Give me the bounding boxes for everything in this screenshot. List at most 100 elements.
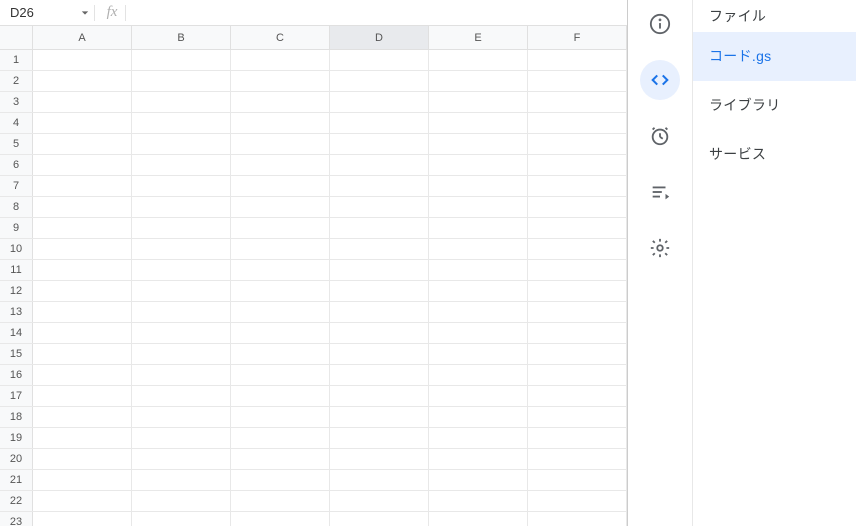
cell-B2[interactable]: [132, 71, 231, 91]
row-header-15[interactable]: 15: [0, 344, 33, 364]
cell-B8[interactable]: [132, 197, 231, 217]
cell-D14[interactable]: [330, 323, 429, 343]
cell-A21[interactable]: [33, 470, 132, 490]
cell-E12[interactable]: [429, 281, 528, 301]
info-icon[interactable]: [640, 4, 680, 44]
row-header-23[interactable]: 23: [0, 512, 33, 526]
cell-E20[interactable]: [429, 449, 528, 469]
cell-E1[interactable]: [429, 50, 528, 70]
row-header-9[interactable]: 9: [0, 218, 33, 238]
cell-C19[interactable]: [231, 428, 330, 448]
cell-B10[interactable]: [132, 239, 231, 259]
cell-D6[interactable]: [330, 155, 429, 175]
column-header-f[interactable]: F: [528, 26, 627, 49]
select-all-corner[interactable]: [0, 26, 33, 49]
cell-F16[interactable]: [528, 365, 627, 385]
cell-A9[interactable]: [33, 218, 132, 238]
cell-B3[interactable]: [132, 92, 231, 112]
clock-icon[interactable]: [640, 116, 680, 156]
cell-D3[interactable]: [330, 92, 429, 112]
list-icon[interactable]: [640, 172, 680, 212]
cell-C6[interactable]: [231, 155, 330, 175]
cell-D17[interactable]: [330, 386, 429, 406]
row-header-20[interactable]: 20: [0, 449, 33, 469]
cell-F23[interactable]: [528, 512, 627, 526]
cell-B21[interactable]: [132, 470, 231, 490]
cell-F1[interactable]: [528, 50, 627, 70]
name-box-dropdown[interactable]: [76, 9, 94, 17]
cell-E6[interactable]: [429, 155, 528, 175]
cell-B5[interactable]: [132, 134, 231, 154]
gear-icon[interactable]: [640, 228, 680, 268]
cell-F10[interactable]: [528, 239, 627, 259]
cell-B17[interactable]: [132, 386, 231, 406]
cell-C8[interactable]: [231, 197, 330, 217]
cell-F5[interactable]: [528, 134, 627, 154]
cell-E10[interactable]: [429, 239, 528, 259]
cell-E2[interactable]: [429, 71, 528, 91]
cell-F11[interactable]: [528, 260, 627, 280]
cell-F14[interactable]: [528, 323, 627, 343]
cell-B19[interactable]: [132, 428, 231, 448]
cell-A7[interactable]: [33, 176, 132, 196]
row-header-19[interactable]: 19: [0, 428, 33, 448]
cell-B11[interactable]: [132, 260, 231, 280]
cell-D11[interactable]: [330, 260, 429, 280]
cell-E3[interactable]: [429, 92, 528, 112]
cell-F13[interactable]: [528, 302, 627, 322]
cell-B20[interactable]: [132, 449, 231, 469]
cell-B1[interactable]: [132, 50, 231, 70]
column-header-c[interactable]: C: [231, 26, 330, 49]
cell-C7[interactable]: [231, 176, 330, 196]
cell-F8[interactable]: [528, 197, 627, 217]
cell-E18[interactable]: [429, 407, 528, 427]
cell-F22[interactable]: [528, 491, 627, 511]
formula-input[interactable]: [130, 0, 627, 25]
row-header-13[interactable]: 13: [0, 302, 33, 322]
name-box[interactable]: D26: [0, 0, 76, 25]
row-header-11[interactable]: 11: [0, 260, 33, 280]
cell-F15[interactable]: [528, 344, 627, 364]
cell-B12[interactable]: [132, 281, 231, 301]
cell-D23[interactable]: [330, 512, 429, 526]
cell-A6[interactable]: [33, 155, 132, 175]
cell-C3[interactable]: [231, 92, 330, 112]
cell-F2[interactable]: [528, 71, 627, 91]
cell-E16[interactable]: [429, 365, 528, 385]
cell-A2[interactable]: [33, 71, 132, 91]
cell-B18[interactable]: [132, 407, 231, 427]
row-header-6[interactable]: 6: [0, 155, 33, 175]
cell-C14[interactable]: [231, 323, 330, 343]
cell-C4[interactable]: [231, 113, 330, 133]
cell-F3[interactable]: [528, 92, 627, 112]
cell-D2[interactable]: [330, 71, 429, 91]
cell-B7[interactable]: [132, 176, 231, 196]
cell-A16[interactable]: [33, 365, 132, 385]
cell-C11[interactable]: [231, 260, 330, 280]
cell-A10[interactable]: [33, 239, 132, 259]
row-header-3[interactable]: 3: [0, 92, 33, 112]
column-header-a[interactable]: A: [33, 26, 132, 49]
cell-C20[interactable]: [231, 449, 330, 469]
cell-E17[interactable]: [429, 386, 528, 406]
cell-E22[interactable]: [429, 491, 528, 511]
file-item[interactable]: サービス: [693, 130, 856, 179]
cell-D15[interactable]: [330, 344, 429, 364]
row-header-18[interactable]: 18: [0, 407, 33, 427]
cell-C13[interactable]: [231, 302, 330, 322]
cell-C21[interactable]: [231, 470, 330, 490]
cell-E4[interactable]: [429, 113, 528, 133]
cell-D13[interactable]: [330, 302, 429, 322]
column-header-e[interactable]: E: [429, 26, 528, 49]
cell-A20[interactable]: [33, 449, 132, 469]
cell-C5[interactable]: [231, 134, 330, 154]
cell-F4[interactable]: [528, 113, 627, 133]
cell-E13[interactable]: [429, 302, 528, 322]
cell-A17[interactable]: [33, 386, 132, 406]
cell-D20[interactable]: [330, 449, 429, 469]
row-header-14[interactable]: 14: [0, 323, 33, 343]
cell-C15[interactable]: [231, 344, 330, 364]
cell-D9[interactable]: [330, 218, 429, 238]
cell-B23[interactable]: [132, 512, 231, 526]
cell-C16[interactable]: [231, 365, 330, 385]
